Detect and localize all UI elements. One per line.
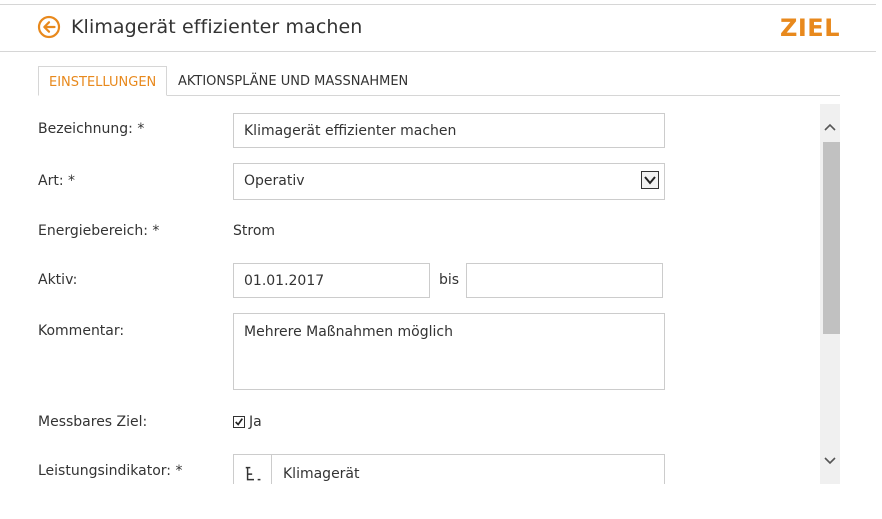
messbares-ziel-option: Ja bbox=[249, 414, 262, 430]
tab-aktionsplaene[interactable]: AKTIONSPLÄNE UND MASSNAHMEN bbox=[168, 66, 418, 95]
art-label: Art: * bbox=[38, 173, 75, 189]
bezeichnung-input[interactable]: Klimagerät effizienter machen bbox=[233, 113, 665, 148]
object-type-label: ZIEL bbox=[779, 14, 840, 42]
tab-einstellungen[interactable]: EINSTELLUNGEN bbox=[38, 66, 168, 96]
aktiv-label: Aktiv: bbox=[38, 272, 78, 288]
art-select[interactable]: Operativ bbox=[233, 163, 665, 200]
hierarchy-tree-icon bbox=[245, 466, 261, 481]
kommentar-textarea[interactable]: Mehrere Maßnahmen möglich bbox=[233, 313, 665, 390]
bezeichnung-label: Bezeichnung: * bbox=[38, 121, 145, 137]
chevron-down-icon[interactable] bbox=[641, 171, 659, 189]
aktiv-to-input[interactable] bbox=[466, 263, 663, 298]
leistungsindikator-label: Leistungsindikator: * bbox=[38, 463, 183, 479]
page-title: Klimagerät effizienter machen bbox=[71, 16, 363, 38]
header-bar: Klimagerät effizienter machen ZIEL bbox=[0, 5, 876, 52]
energiebereich-value: Strom bbox=[233, 223, 276, 239]
scrollbar-thumb[interactable] bbox=[823, 142, 840, 334]
scroll-down-icon[interactable] bbox=[820, 452, 840, 470]
leistungsindikator-field[interactable]: Klimagerät bbox=[233, 454, 665, 484]
energiebereich-label: Energiebereich: * bbox=[38, 223, 160, 239]
form-scrollbar[interactable] bbox=[820, 104, 840, 484]
indicator-icon-cell bbox=[234, 455, 272, 484]
messbares-ziel-checkbox[interactable] bbox=[233, 416, 245, 428]
leistungsindikator-value: Klimagerät bbox=[283, 466, 360, 482]
scroll-up-icon[interactable] bbox=[820, 118, 840, 136]
kommentar-label: Kommentar: bbox=[38, 323, 125, 339]
messbares-ziel-label: Messbares Ziel: bbox=[38, 414, 148, 430]
back-arrow-icon[interactable] bbox=[37, 15, 61, 39]
settings-form: Bezeichnung: * Klimagerät effizienter ma… bbox=[0, 104, 820, 484]
tab-bar: EINSTELLUNGEN AKTIONSPLÄNE UND MASSNAHME… bbox=[38, 66, 840, 96]
aktiv-separator: bis bbox=[439, 272, 460, 288]
aktiv-from-input[interactable]: 01.01.2017 bbox=[233, 263, 430, 298]
art-selected-value: Operativ bbox=[244, 173, 305, 189]
